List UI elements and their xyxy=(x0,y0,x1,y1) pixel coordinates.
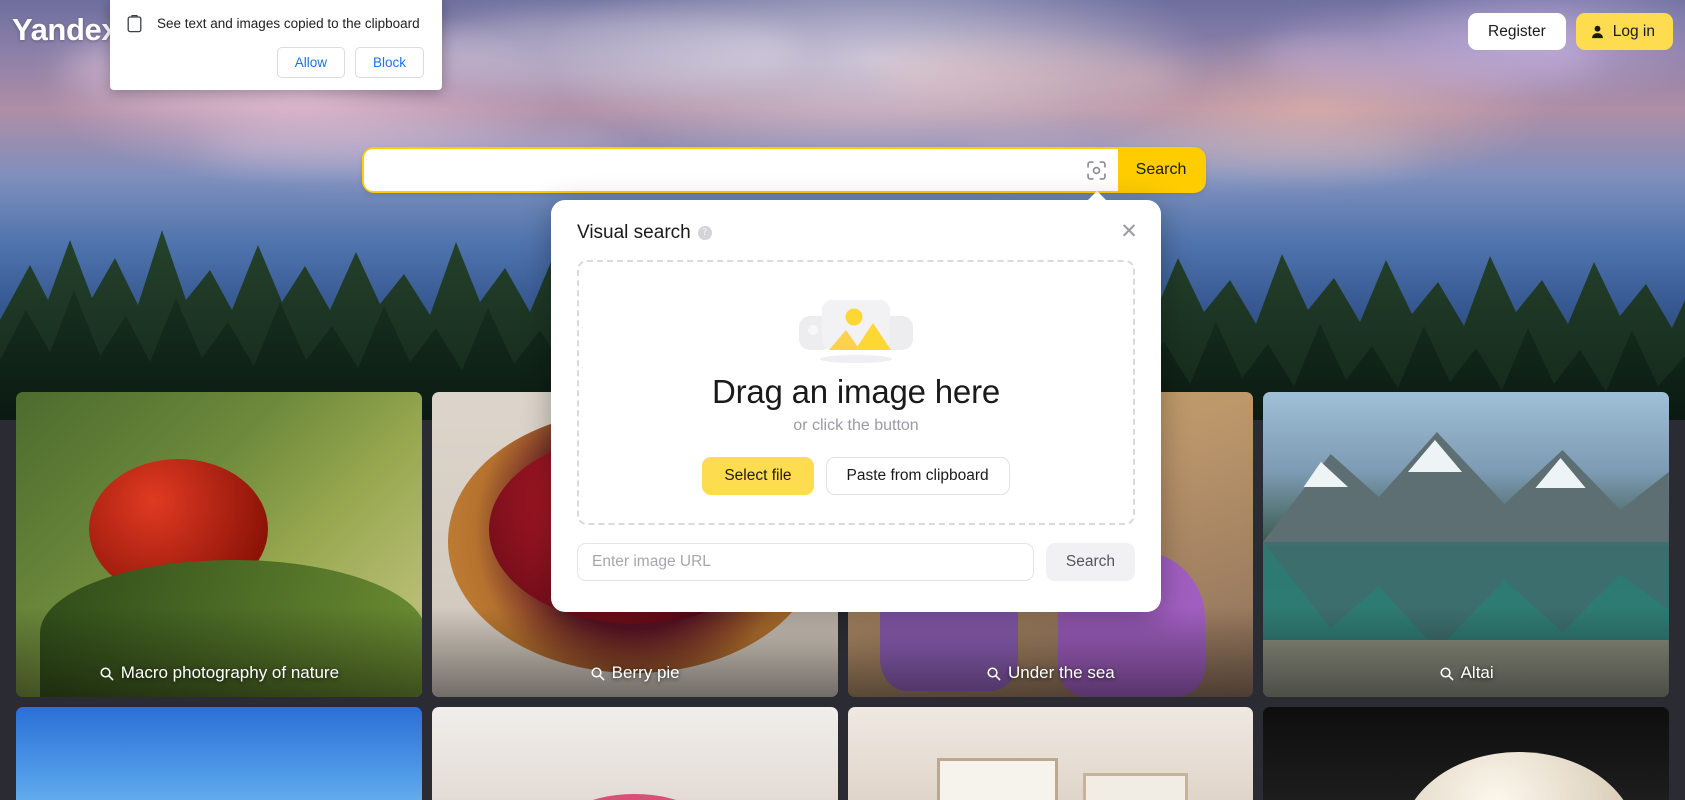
dropzone-subtitle: or click the button xyxy=(793,417,919,434)
image-url-input[interactable] xyxy=(577,543,1034,581)
tile-row2-2[interactable] xyxy=(431,707,838,800)
dropzone-buttons: Select file Paste from clipboard xyxy=(702,457,1010,495)
tile-row2-1[interactable] xyxy=(16,707,422,800)
permission-message-row: See text and images copied to the clipbo… xyxy=(126,14,424,33)
user-icon xyxy=(1590,24,1605,39)
dropzone-title: Drag an image here xyxy=(711,373,1001,410)
tile-row2-4[interactable] xyxy=(1263,707,1669,800)
modal-pointer-arrow xyxy=(1087,191,1107,201)
yandex-logo[interactable]: Yandex xyxy=(12,12,119,48)
clipboard-permission-popup: See text and images copied to the clipbo… xyxy=(110,0,442,91)
tile-row2-3[interactable] xyxy=(847,707,1254,800)
login-button[interactable]: Log in xyxy=(1575,13,1673,50)
permission-allow-button[interactable]: Allow xyxy=(276,47,345,79)
url-search-button[interactable]: Search xyxy=(1045,543,1135,581)
search-submit-button[interactable]: Search xyxy=(1118,149,1204,191)
clipboard-icon xyxy=(126,14,143,33)
tile-altai[interactable]: Altai xyxy=(1263,392,1669,697)
paste-from-clipboard-button[interactable]: Paste from clipboard xyxy=(825,457,1010,495)
modal-title: Visual search xyxy=(577,222,691,243)
login-button-label: Log in xyxy=(1612,22,1655,40)
select-file-button[interactable]: Select file xyxy=(702,457,814,495)
help-question-icon[interactable]: ? xyxy=(697,226,712,240)
permission-actions: Allow Block xyxy=(126,47,424,79)
picture-placeholder-icon xyxy=(797,290,915,369)
auth-buttons: Register Log in xyxy=(1468,13,1673,50)
image-dropzone[interactable]: Drag an image here or click the button S… xyxy=(577,260,1135,525)
tile-macro-photography[interactable]: Macro photography of nature xyxy=(16,392,422,697)
search-bar: Search xyxy=(364,149,1204,191)
permission-block-button[interactable]: Block xyxy=(354,47,424,79)
image-url-row: Search xyxy=(577,543,1135,581)
search-field-wrap xyxy=(364,149,1118,191)
modal-header: Visual search ? xyxy=(577,220,1135,246)
visual-search-modal: Visual search ? ✕ Drag an image here or … xyxy=(551,191,1161,612)
permission-message: See text and images copied to the clipbo… xyxy=(157,16,420,31)
search-input[interactable] xyxy=(364,150,1074,190)
close-icon[interactable]: ✕ xyxy=(1117,220,1141,244)
register-button[interactable]: Register xyxy=(1468,13,1566,50)
visual-search-camera-icon[interactable] xyxy=(1074,150,1118,190)
page-root: Yandex Register Log in Search Macro phot… xyxy=(0,0,1685,800)
